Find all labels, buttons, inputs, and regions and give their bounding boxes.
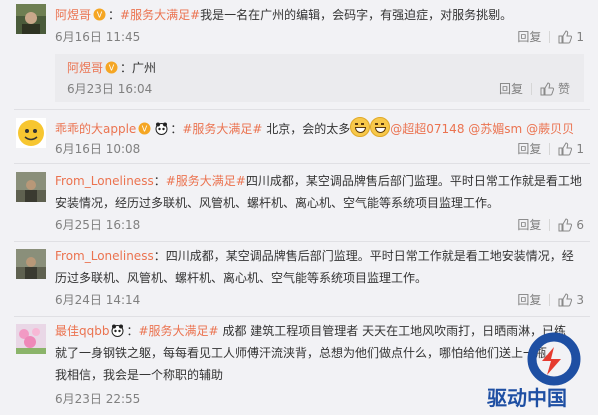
comment-text: From_Loneliness：#服务大满足#四川成都，某空调品牌售后部门监理。… bbox=[55, 174, 582, 210]
watermark-text: 驱动中国 bbox=[487, 386, 567, 410]
timestamp: 6月16日 10:08 bbox=[55, 142, 141, 156]
comment-meta: 6月16日 10:08 回复 1 bbox=[55, 140, 584, 158]
avatar[interactable] bbox=[16, 249, 46, 279]
timestamp: 6月16日 11:45 bbox=[55, 30, 141, 44]
sub-reply: 阿煜哥 V ：广州 6月23日 16:04 回复 赞 bbox=[55, 54, 584, 102]
timestamp: 6月23日 22:55 bbox=[55, 392, 141, 406]
like-count: 6 bbox=[576, 218, 584, 232]
timestamp: 6月23日 16:04 bbox=[67, 82, 153, 96]
like-button[interactable]: 1 bbox=[558, 140, 584, 158]
username-link[interactable]: 阿煜哥 bbox=[55, 8, 91, 22]
topic-link[interactable]: #服务大满足# bbox=[182, 122, 262, 136]
reply-button[interactable]: 回复 bbox=[517, 216, 541, 234]
like-count: 1 bbox=[576, 30, 584, 44]
like-label: 赞 bbox=[557, 82, 570, 96]
timestamp: 6月25日 16:18 bbox=[55, 218, 141, 232]
like-button[interactable]: 6 bbox=[558, 216, 584, 234]
watermark-logo: 驱动中国 bbox=[462, 331, 592, 411]
comment-meta: 6月16日 11:45 回复 1 bbox=[55, 28, 584, 46]
thumbs-up-icon bbox=[540, 82, 554, 96]
thumbs-up-icon bbox=[558, 142, 573, 156]
laugh-emoji-icon bbox=[370, 117, 391, 137]
divider bbox=[549, 31, 551, 43]
divider bbox=[549, 219, 551, 231]
mention-link[interactable]: @苏媚sm bbox=[468, 122, 522, 136]
reply-button[interactable]: 回复 bbox=[517, 28, 541, 46]
avatar[interactable] bbox=[16, 172, 46, 202]
sub-reply-text: 阿煜哥 V ：广州 bbox=[67, 59, 157, 75]
comment-item: From_Loneliness：四川成都，某空调品牌售后部门监理。平时日常工作就… bbox=[0, 243, 598, 316]
thumbs-up-icon bbox=[558, 30, 573, 44]
panda-badge-icon bbox=[155, 120, 168, 135]
like-count: 1 bbox=[576, 142, 584, 156]
like-button[interactable]: 3 bbox=[558, 291, 584, 309]
svg-text:V: V bbox=[97, 11, 103, 20]
reply-button[interactable]: 回复 bbox=[517, 291, 541, 309]
like-count: 3 bbox=[576, 293, 584, 307]
divider bbox=[14, 316, 590, 317]
username-link[interactable]: 阿煜哥 bbox=[67, 61, 103, 75]
mention-link[interactable]: @超超07148 bbox=[390, 122, 464, 136]
comment-text: 阿煜哥 V ：#服务大满足#我是一名在广州的编辑，会码字，有强迫症，对服务挑剔。 bbox=[55, 6, 513, 22]
topic-link[interactable]: #服务大满足# bbox=[120, 8, 200, 22]
thumbs-up-icon bbox=[558, 218, 573, 232]
username-link[interactable]: 最佳qqbb bbox=[55, 324, 109, 338]
like-button[interactable]: 1 bbox=[558, 28, 584, 46]
vip-badge-icon: V bbox=[105, 59, 118, 74]
username-link[interactable]: From_Loneliness bbox=[55, 249, 154, 263]
svg-text:V: V bbox=[142, 125, 148, 134]
reply-button[interactable]: 回复 bbox=[499, 80, 523, 98]
topic-link[interactable]: #服务大满足# bbox=[139, 324, 219, 338]
comment-text: 乖乖的大apple V ：#服务大满足# 北京，会的太多 @超超07148 @苏媚sm… bbox=[55, 117, 584, 140]
laugh-emoji-icon bbox=[350, 117, 371, 137]
comment-text: From_Loneliness：四川成都，某空调品牌售后部门监理。平时日常工作就… bbox=[55, 249, 574, 285]
divider bbox=[14, 163, 590, 164]
username-link[interactable]: From_Loneliness bbox=[55, 174, 154, 188]
divider bbox=[530, 83, 532, 95]
reply-button[interactable]: 回复 bbox=[517, 140, 541, 158]
sub-reply-meta: 6月23日 16:04 回复 赞 bbox=[67, 80, 570, 98]
avatar[interactable] bbox=[16, 118, 46, 148]
panda-badge-icon bbox=[111, 322, 124, 337]
divider bbox=[14, 241, 590, 242]
divider bbox=[14, 109, 590, 110]
mention-link[interactable]: @蕨贝贝 bbox=[526, 122, 574, 136]
topic-link[interactable]: #服务大满足# bbox=[166, 174, 246, 188]
divider bbox=[549, 294, 551, 306]
like-button[interactable]: 赞 bbox=[540, 80, 570, 98]
comment-item: From_Loneliness：#服务大满足#四川成都，某空调品牌售后部门监理。… bbox=[0, 166, 598, 242]
comment-item: 乖乖的大apple V ：#服务大满足# 北京，会的太多 @超超07148 @苏媚sm… bbox=[0, 112, 598, 162]
divider bbox=[549, 143, 551, 155]
comment-meta: 6月24日 14:14 回复 3 bbox=[55, 291, 584, 309]
username-link[interactable]: 乖乖的大apple bbox=[55, 122, 136, 136]
svg-text:V: V bbox=[109, 64, 115, 73]
avatar[interactable] bbox=[16, 324, 46, 354]
comment-meta: 6月25日 16:18 回复 6 bbox=[55, 216, 584, 234]
timestamp: 6月24日 14:14 bbox=[55, 293, 141, 307]
vip-badge-icon: V bbox=[138, 120, 151, 135]
avatar[interactable] bbox=[16, 4, 46, 34]
vip-badge-icon: V bbox=[93, 6, 106, 21]
comment-item: 阿煜哥 V ：#服务大满足#我是一名在广州的编辑，会码字，有强迫症，对服务挑剔。 6… bbox=[0, 0, 598, 110]
thumbs-up-icon bbox=[558, 293, 573, 307]
